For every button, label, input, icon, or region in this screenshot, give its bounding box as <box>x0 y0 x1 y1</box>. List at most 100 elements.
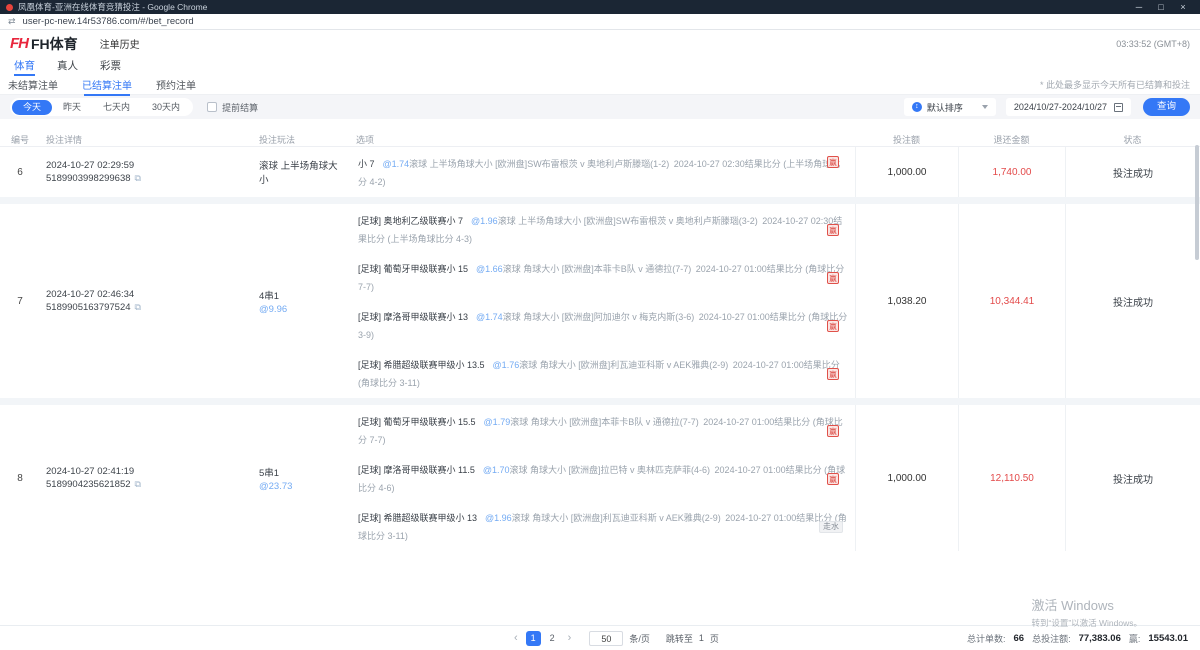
leg-pick-line: 小 13@1.96 <box>456 513 512 523</box>
date-range-pills: 今天昨天七天内30天内 <box>10 98 193 116</box>
prev-page-button[interactable]: ‹ <box>512 632 520 644</box>
app-header: FH FH体育 注单历史 03:33:52 (GMT+8) <box>0 30 1200 57</box>
leg-pick-line: 小 15.5@1.79 <box>447 417 511 427</box>
minimize-button[interactable]: ─ <box>1128 2 1150 12</box>
bet-number: 7 <box>6 296 34 307</box>
early-settle-checkbox[interactable] <box>207 102 217 112</box>
total-count-value: 66 <box>1014 633 1025 644</box>
leg-match: 利瓦迪亚科斯 v AEK雅典(2-9) 2024-10-27 01:00 <box>603 513 797 523</box>
range-pill-七天内[interactable]: 七天内 <box>92 100 141 115</box>
leg-pick: 小 7 <box>447 216 464 226</box>
next-page-button[interactable]: › <box>566 632 574 644</box>
sort-dropdown[interactable]: ↕ 默认排序 <box>904 98 996 116</box>
pagination: ‹ 12 › 50 条/页 跳转至 1 页 <box>512 631 719 646</box>
bet-id: 5189905163797524 ⧉ <box>46 302 247 313</box>
browser-urlbar: ⇄ user-pc-new.14r53786.com/#/bet_record <box>0 14 1200 30</box>
play-odds: @9.96 <box>259 304 344 315</box>
summary-totals: 总计单数: 66 总投注额: 77,383.06 赢: 15543.01 <box>967 632 1188 645</box>
sub-tabs: 未结算注单 已结算注单 预约注单 * 此处最多显示今天所有已结算和投注 <box>0 75 1200 95</box>
bet-id: 5189904235621852⧉ <box>46 479 247 490</box>
close-button[interactable]: × <box>1172 2 1194 12</box>
bet-amount: 1,000.00 <box>888 473 927 484</box>
total-stake-label: 总投注额: <box>1032 632 1071 645</box>
leg-odds: @1.96 <box>471 216 498 226</box>
table-row: 62024-10-27 02:29:595189903998299638⧉滚球 … <box>0 147 1200 197</box>
copy-icon[interactable]: ⧉ <box>135 302 141 313</box>
leg-pick-line: 小 7@1.74 <box>358 159 409 169</box>
status-badge: 投注成功 <box>1113 165 1153 180</box>
bet-amount: 1,038.20 <box>888 296 927 307</box>
search-button[interactable]: 查询 <box>1143 98 1190 116</box>
leg-market: 滚球 角球大小 [欧洲盘] <box>510 465 601 475</box>
bet-id-value: 5189905163797524 <box>46 302 131 313</box>
tab-switch-icon[interactable]: ⇄ <box>8 16 16 27</box>
column-header-状态: 状态 <box>1065 133 1200 146</box>
sub-tab-已结算注单[interactable]: 已结算注单 <box>82 77 132 92</box>
win-badge: 赢 <box>827 320 839 332</box>
early-settle-checkbox-wrap[interactable]: 提前结算 <box>207 101 258 114</box>
table-body: 62024-10-27 02:29:595189903998299638⧉滚球 … <box>0 147 1200 650</box>
win-badge: 赢 <box>827 156 839 168</box>
copy-icon[interactable]: ⧉ <box>135 479 141 490</box>
win-badge: 赢 <box>827 425 839 437</box>
leg-league: [足球] 葡萄牙甲级联赛 <box>358 417 447 427</box>
main-tab-体育[interactable]: 体育 <box>14 58 35 73</box>
bet-time: 2024-10-27 02:46:34 <box>46 289 247 300</box>
leg-odds: @1.74 <box>476 312 503 322</box>
leg-odds: @1.96 <box>485 513 512 523</box>
table-row: 72024-10-27 02:46:345189905163797524⧉4串1… <box>0 204 1200 398</box>
main-tab-真人[interactable]: 真人 <box>57 58 78 73</box>
leg-match: SW布雷根茨 v 奥地利卢斯滕瑙(3-2) 2024-10-27 02:30 <box>616 216 834 226</box>
leg-pick-line: 小 13.5@1.76 <box>456 360 520 370</box>
maximize-button[interactable]: □ <box>1150 2 1172 12</box>
bet-leg: 小 7@1.74滚球 上半场角球大小 [欧洲盘]SW布雷根茨 v 奥地利卢斯滕瑙… <box>356 154 849 190</box>
logo-text: FH体育 <box>31 34 78 54</box>
bet-leg: [足球] 摩洛哥甲级联赛小 11.5@1.70滚球 角球大小 [欧洲盘]拉巴特 … <box>356 460 849 496</box>
jump-label: 跳转至 <box>666 632 693 645</box>
column-header-投注额: 投注额 <box>855 133 958 146</box>
jump-page-input[interactable]: 1 <box>699 633 704 643</box>
leg-league: [足球] 摩洛哥甲级联赛 <box>358 465 447 475</box>
leg-odds: @1.66 <box>476 264 503 274</box>
leg-match: 本菲卡B队 v 通德拉(7-7) 2024-10-27 01:00 <box>601 417 774 427</box>
sort-selected-value: 默认排序 <box>927 101 963 114</box>
bet-table: 编号投注详情投注玩法选项投注额退还金额状态 62024-10-27 02:29:… <box>0 133 1200 650</box>
leg-league: [足球] 希腊超级联赛甲级 <box>358 513 456 523</box>
total-stake-value: 77,383.06 <box>1079 633 1121 644</box>
url-text[interactable]: user-pc-new.14r53786.com/#/bet_record <box>23 16 194 27</box>
main-tabs: 体育 真人 彩票 <box>0 57 1200 75</box>
date-range-input[interactable]: 2024/10/27-2024/10/27 <box>1006 98 1131 116</box>
table-row: 82024-10-27 02:41:195189904235621852⧉5串1… <box>0 405 1200 551</box>
leg-pick-line: 小 11.5@1.70 <box>447 465 510 475</box>
void-badge: 走水 <box>819 521 843 533</box>
vertical-scrollbar[interactable] <box>1195 145 1199 260</box>
copy-icon[interactable]: ⧉ <box>135 173 141 184</box>
main-tab-彩票[interactable]: 彩票 <box>100 58 121 73</box>
leg-market: 滚球 角球大小 [欧洲盘] <box>503 264 594 274</box>
sub-tab-未结算注单[interactable]: 未结算注单 <box>8 77 58 92</box>
leg-match: 拉巴特 v 奥林匹克萨菲(4-6) 2024-10-27 01:00 <box>601 465 786 475</box>
table-header: 编号投注详情投注玩法选项投注额退还金额状态 <box>0 133 1200 147</box>
leg-market: 滚球 角球大小 [欧洲盘] <box>519 360 610 370</box>
play-type: 5串1 <box>259 465 344 479</box>
leg-market: 滚球 角球大小 [欧洲盘] <box>512 513 603 523</box>
date-range-value: 2024/10/27-2024/10/27 <box>1014 102 1107 112</box>
page-size-input[interactable]: 50 <box>589 631 623 646</box>
settled-notice: * 此处最多显示今天所有已结算和投注 <box>1040 78 1190 91</box>
bet-time: 2024-10-27 02:29:59 <box>46 160 247 171</box>
page-button-2[interactable]: 2 <box>545 631 560 646</box>
range-pill-昨天[interactable]: 昨天 <box>52 100 92 115</box>
payout-amount: 12,110.50 <box>990 473 1034 484</box>
bet-leg: [足球] 希腊超级联赛甲级小 13.5@1.76滚球 角球大小 [欧洲盘]利瓦迪… <box>356 355 849 391</box>
total-count-label: 总计单数: <box>967 632 1006 645</box>
window-title: 凤凰体育-亚洲在线体育竞猜投注 - Google Chrome <box>18 1 207 13</box>
column-header-退还金额: 退还金额 <box>958 133 1065 146</box>
status-badge: 投注成功 <box>1113 471 1153 486</box>
sub-tab-预约注单[interactable]: 预约注单 <box>156 77 196 92</box>
total-win-value: 15543.01 <box>1148 633 1188 644</box>
leg-pick-line: 小 13@1.74 <box>447 312 503 322</box>
page-button-1[interactable]: 1 <box>526 631 541 646</box>
leg-match: 利瓦迪亚科斯 v AEK雅典(2-9) 2024-10-27 01:00 <box>610 360 804 370</box>
range-pill-今天[interactable]: 今天 <box>12 100 52 115</box>
range-pill-30天内[interactable]: 30天内 <box>141 100 191 115</box>
